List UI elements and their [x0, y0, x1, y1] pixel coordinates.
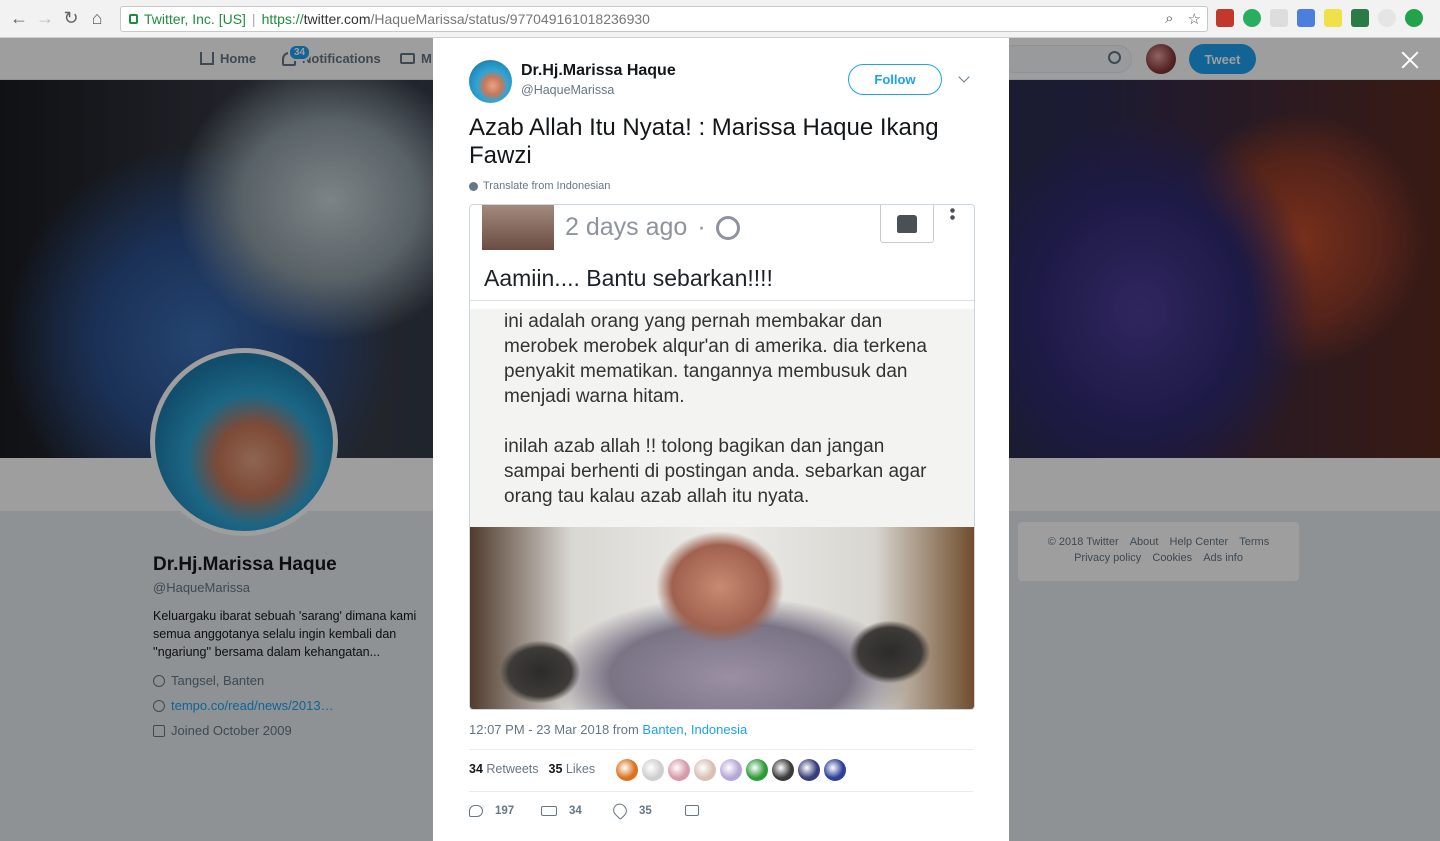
liker-avatar[interactable]	[746, 759, 768, 781]
liker-avatar[interactable]	[642, 759, 664, 781]
reload-icon[interactable]: ↻	[58, 6, 84, 32]
fb-post-time: 2 days ago ·	[565, 213, 740, 242]
likes-stat[interactable]: 35 Likes	[549, 762, 596, 776]
twitter-page: Home Notifications 34 M Tweet Dr.Hj.Mari…	[0, 38, 1440, 841]
liker-avatars	[616, 759, 846, 781]
extensions	[1216, 9, 1423, 27]
fb-post-body: ini adalah orang yang pernah membakar da…	[470, 309, 974, 527]
liker-avatar[interactable]	[824, 759, 846, 781]
globe-icon	[469, 181, 478, 191]
fb-paragraph-2: inilah azab allah !! tolong bagikan dan …	[504, 436, 927, 507]
dm-button[interactable]	[685, 804, 757, 817]
tweet-actions: 197 34 35	[469, 800, 757, 821]
fb-poster-avatar	[482, 205, 554, 250]
tweet-media-image[interactable]: 2 days ago · Aamiin.... Bantu sebarkan!!!…	[469, 204, 975, 710]
liker-avatar[interactable]	[798, 759, 820, 781]
retweets-stat[interactable]: 34 Retweets	[469, 762, 539, 776]
liker-avatar[interactable]	[720, 759, 742, 781]
liker-avatar[interactable]	[694, 759, 716, 781]
heart-icon	[610, 800, 630, 821]
invid-icon[interactable]	[1324, 9, 1342, 27]
browser-toolbar: ← → ↻ ⌂ Twitter, Inc. [US] | https://twi…	[0, 0, 1440, 38]
translate-icon[interactable]	[1297, 9, 1315, 27]
tweet-modal: Dr.Hj.Marissa Haque @HaqueMarissa Follow…	[433, 38, 1009, 841]
fb-like-button	[880, 205, 934, 243]
lock-icon	[129, 14, 138, 24]
site-identity[interactable]: Twitter, Inc. [US]	[129, 11, 246, 27]
tweet-author-handle[interactable]: @HaqueMarissa	[521, 83, 614, 97]
liker-avatar[interactable]	[668, 759, 690, 781]
tweet-location[interactable]: Banten, Indonesia	[642, 722, 747, 737]
back-icon[interactable]: ←	[6, 6, 32, 32]
home-icon[interactable]: ⌂	[84, 6, 110, 32]
tweet-author-avatar[interactable]	[469, 60, 512, 103]
divider	[469, 749, 973, 750]
globe-icon	[715, 215, 740, 240]
download-icon[interactable]	[1351, 9, 1369, 27]
bookmark-star-icon[interactable]: ☆	[1188, 10, 1201, 28]
reply-button[interactable]: 197	[469, 804, 541, 817]
retweet-button[interactable]: 34	[541, 804, 613, 817]
url-text: https://twitter.com/HaqueMarissa/status/…	[261, 11, 650, 27]
like-button[interactable]: 35	[610, 800, 685, 821]
envelope-icon	[685, 805, 699, 816]
tweet-stats: 34 Retweets 35 Likes	[469, 762, 595, 776]
reply-icon	[469, 804, 483, 817]
extension-off-icon[interactable]	[1270, 9, 1288, 27]
liker-avatar[interactable]	[772, 759, 794, 781]
fb-hospital-photo	[470, 527, 974, 709]
address-bar[interactable]: Twitter, Inc. [US] | https://twitter.com…	[120, 6, 1208, 32]
fb-paragraph-1: ini adalah orang yang pernah membakar da…	[504, 311, 927, 407]
divider	[469, 791, 973, 792]
forward-icon[interactable]: →	[32, 6, 58, 32]
fb-caption: Aamiin.... Bantu sebarkan!!!!	[484, 265, 773, 291]
tweet-timestamp: 12:07 PM - 23 Mar 2018 from Banten, Indo…	[469, 722, 748, 737]
tweet-text: Azab Allah Itu Nyata! : Marissa Haque Ik…	[469, 114, 939, 169]
extension-red-icon[interactable]	[1216, 9, 1234, 27]
more-vertical-icon	[950, 207, 955, 221]
tweet-author-name[interactable]: Dr.Hj.Marissa Haque	[521, 62, 676, 80]
thumbs-up-icon	[897, 214, 917, 233]
liker-avatar[interactable]	[616, 759, 638, 781]
upload-icon[interactable]	[1405, 9, 1423, 27]
follow-button[interactable]: Follow	[848, 64, 942, 95]
extension-green-icon[interactable]	[1243, 9, 1261, 27]
retweet-icon	[541, 805, 557, 816]
zoom-icon[interactable]: ⌕	[1165, 10, 1173, 28]
fb-post-header: 2 days ago · Aamiin.... Bantu sebarkan!!!…	[470, 205, 974, 301]
close-icon[interactable]	[1398, 48, 1422, 72]
chevron-down-icon[interactable]	[958, 71, 970, 83]
record-icon[interactable]	[1378, 9, 1396, 27]
translate-link[interactable]: Translate from Indonesian	[469, 180, 610, 192]
